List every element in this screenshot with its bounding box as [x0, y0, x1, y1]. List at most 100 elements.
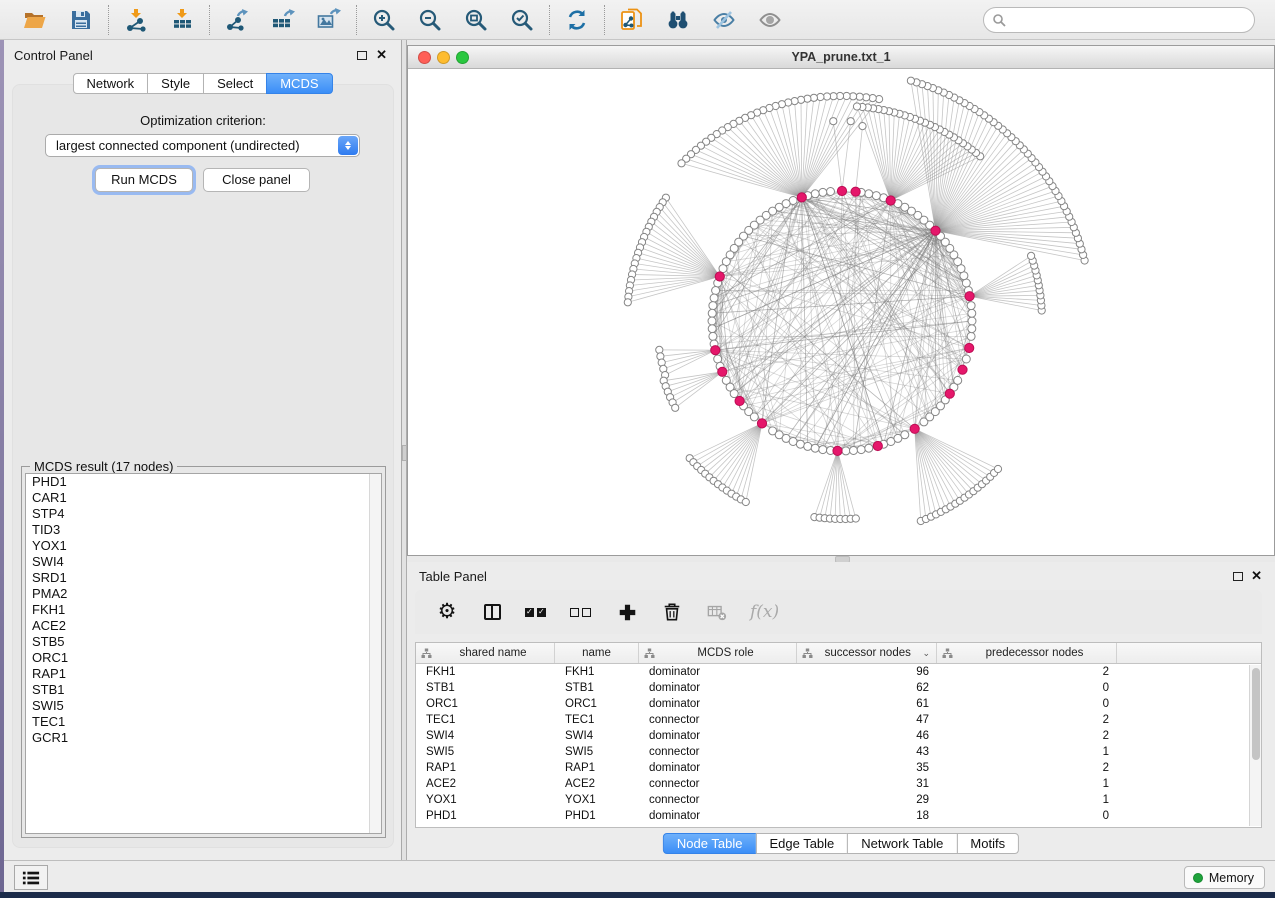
result-list-item[interactable]: TEC1	[26, 714, 381, 730]
memory-button[interactable]: Memory	[1184, 866, 1265, 889]
table-row[interactable]: ACE2ACE2connector311	[416, 776, 1261, 792]
result-list-item[interactable]: SWI5	[26, 698, 381, 714]
result-list-item[interactable]: RAP1	[26, 666, 381, 682]
network-hub-node[interactable]	[718, 367, 727, 376]
result-list-item[interactable]: SRD1	[26, 570, 381, 586]
network-node[interactable]	[842, 447, 850, 455]
network-canvas[interactable]	[408, 69, 1274, 555]
network-leaf-node[interactable]	[742, 498, 749, 505]
table-row[interactable]: SWI4SWI4dominator462	[416, 728, 1261, 744]
criterion-select[interactable]: largest connected component (undirected)	[45, 134, 360, 157]
table-row[interactable]: PHD1PHD1dominator180	[416, 808, 1261, 824]
network-hub-node[interactable]	[851, 187, 860, 196]
table-row[interactable]: FKH1FKH1dominator962	[416, 664, 1261, 680]
network-node[interactable]	[967, 332, 975, 340]
network-node[interactable]	[708, 309, 716, 317]
table-settings-gear-icon[interactable]: ⚙	[435, 600, 459, 624]
result-list-item[interactable]: YOX1	[26, 538, 381, 554]
network-hub-node[interactable]	[945, 389, 954, 398]
network-hub-node[interactable]	[931, 226, 940, 235]
tab-edge-table[interactable]: Edge Table	[755, 833, 848, 854]
network-leaf-node[interactable]	[853, 103, 860, 110]
network-node[interactable]	[968, 325, 976, 333]
network-leaf-node[interactable]	[624, 299, 631, 306]
network-hub-node[interactable]	[757, 419, 766, 428]
mcds-result-list[interactable]: PHD1CAR1STP4TID3YOX1SWI4SRD1PMA2FKH1ACE2…	[25, 473, 382, 834]
network-node[interactable]	[709, 332, 717, 340]
network-hub-node[interactable]	[965, 343, 974, 352]
table-row[interactable]: SWI5SWI5connector431	[416, 744, 1261, 760]
result-list-item[interactable]: STB1	[26, 682, 381, 698]
float-panel-icon[interactable]	[1233, 572, 1243, 581]
result-list-item[interactable]: FKH1	[26, 602, 381, 618]
network-leaf-node[interactable]	[847, 118, 854, 125]
column-header-successor-nodes[interactable]: successor nodes⌄	[797, 643, 937, 663]
delete-column-icon[interactable]	[660, 600, 684, 624]
add-column-icon[interactable]	[615, 600, 639, 624]
network-node[interactable]	[968, 317, 976, 325]
network-node[interactable]	[962, 355, 970, 363]
network-hub-node[interactable]	[797, 193, 806, 202]
zoom-fit-icon[interactable]	[462, 6, 490, 34]
deselect-all-columns-icon[interactable]	[570, 600, 594, 624]
network-hub-node[interactable]	[965, 292, 974, 301]
column-header-predecessor-nodes[interactable]: predecessor nodes	[937, 643, 1117, 663]
search-input[interactable]	[1006, 10, 1254, 30]
network-hub-node[interactable]	[873, 441, 882, 450]
result-list-item[interactable]: STB5	[26, 634, 381, 650]
network-node[interactable]	[708, 325, 716, 333]
show-graphics-details-icon[interactable]	[756, 6, 784, 34]
zoom-out-icon[interactable]	[416, 6, 444, 34]
export-table-icon[interactable]	[269, 6, 297, 34]
result-list-item[interactable]: STP4	[26, 506, 381, 522]
tab-select[interactable]: Select	[203, 73, 267, 94]
network-leaf-node[interactable]	[830, 118, 837, 125]
scrollbar-thumb[interactable]	[1252, 668, 1260, 760]
search-field[interactable]	[983, 7, 1255, 33]
result-list-item[interactable]: CAR1	[26, 490, 381, 506]
tab-motifs[interactable]: Motifs	[956, 833, 1019, 854]
network-hub-node[interactable]	[958, 365, 967, 374]
result-list-item[interactable]: ORC1	[26, 650, 381, 666]
network-leaf-node[interactable]	[907, 77, 914, 84]
zoom-in-icon[interactable]	[370, 6, 398, 34]
network-leaf-node[interactable]	[859, 123, 866, 130]
network-node[interactable]	[708, 317, 716, 325]
network-node[interactable]	[954, 376, 962, 384]
open-file-icon[interactable]	[21, 6, 49, 34]
column-header-shared-name[interactable]: shared name	[416, 643, 555, 663]
network-node[interactable]	[712, 287, 720, 295]
network-node[interactable]	[710, 294, 718, 302]
table-row[interactable]: RAP1RAP1dominator352	[416, 760, 1261, 776]
network-hub-node[interactable]	[886, 196, 895, 205]
result-list-scrollbar[interactable]	[369, 474, 381, 833]
import-table-icon[interactable]	[168, 6, 196, 34]
network-node[interactable]	[750, 413, 758, 421]
network-node[interactable]	[901, 431, 909, 439]
tab-network[interactable]: Network	[72, 73, 148, 94]
network-node[interactable]	[827, 188, 835, 196]
export-image-icon[interactable]	[315, 6, 343, 34]
network-leaf-node[interactable]	[678, 160, 685, 167]
network-node[interactable]	[850, 447, 858, 455]
network-node[interactable]	[709, 302, 717, 310]
network-window-titlebar[interactable]: YPA_prune.txt_1	[408, 46, 1274, 69]
result-list-item[interactable]: ACE2	[26, 618, 381, 634]
network-graph[interactable]	[408, 69, 1274, 555]
network-node[interactable]	[730, 390, 738, 398]
network-node[interactable]	[811, 190, 819, 198]
run-mcds-button[interactable]: Run MCDS	[95, 168, 193, 192]
export-network-icon[interactable]	[223, 6, 251, 34]
column-header-MCDS-role[interactable]: MCDS role	[639, 643, 797, 663]
result-list-item[interactable]: PMA2	[26, 586, 381, 602]
network-node[interactable]	[719, 265, 727, 273]
network-node[interactable]	[804, 442, 812, 450]
search-network-binoculars-icon[interactable]	[664, 6, 692, 34]
network-node[interactable]	[968, 309, 976, 317]
network-node[interactable]	[796, 440, 804, 448]
refresh-icon[interactable]	[563, 6, 591, 34]
table-row[interactable]: YOX1YOX1connector291	[416, 792, 1261, 808]
network-leaf-node[interactable]	[1028, 252, 1035, 259]
network-hub-node[interactable]	[715, 272, 724, 281]
network-node[interactable]	[865, 190, 873, 198]
